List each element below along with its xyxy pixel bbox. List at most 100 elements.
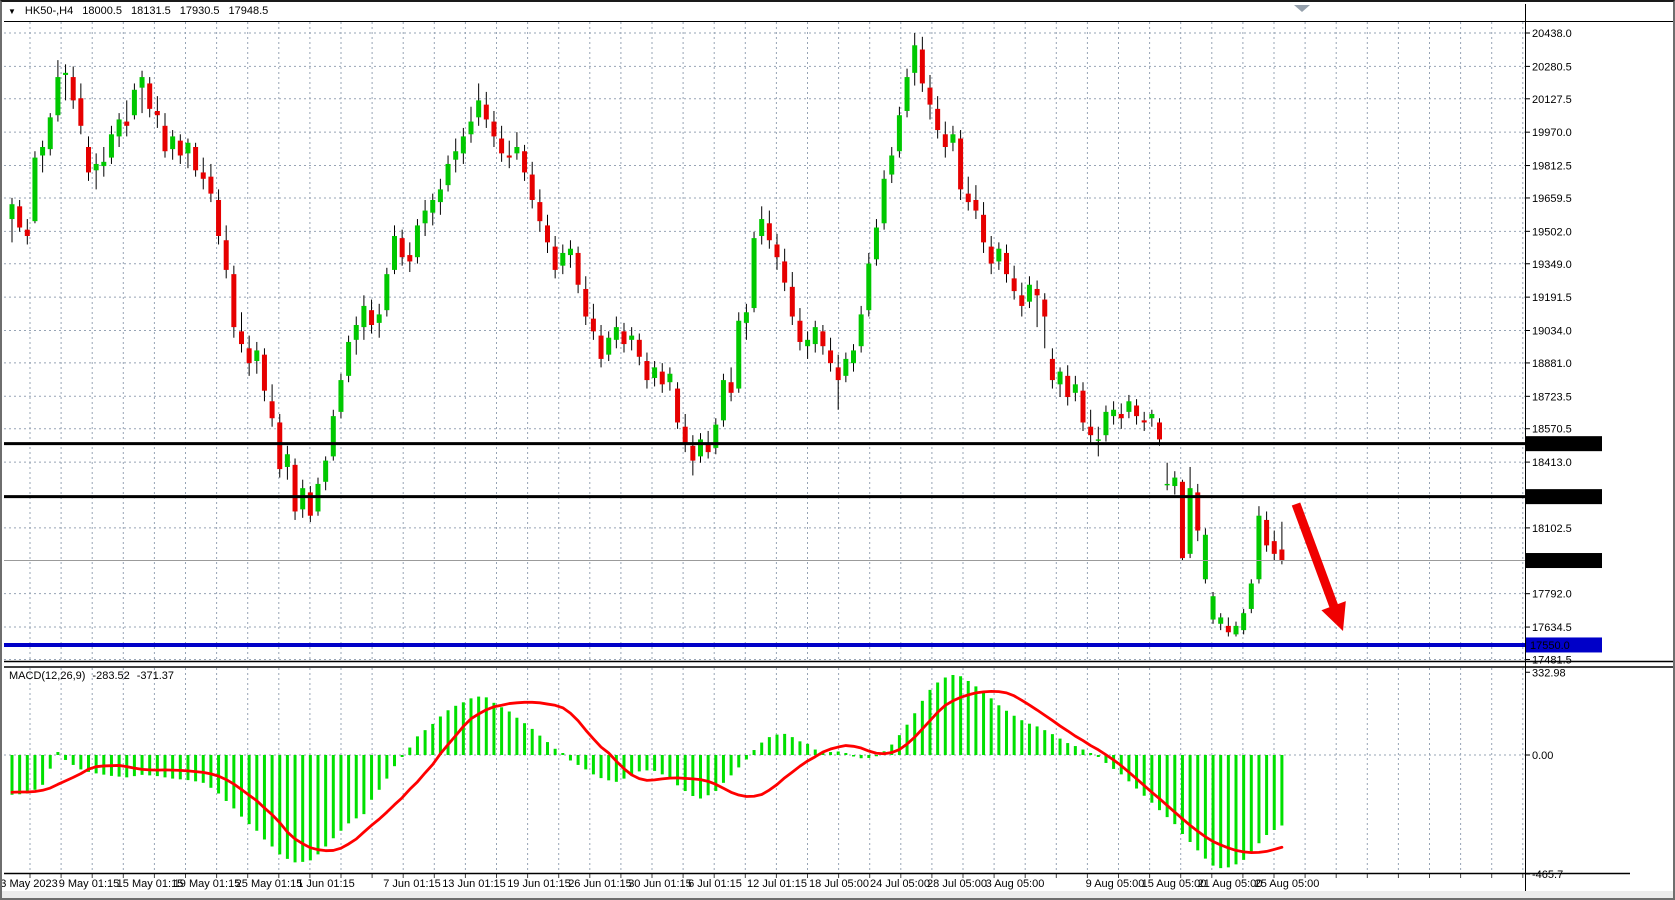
time-axis-label: 25 May 01:15 (236, 878, 303, 890)
time-axis-label: 28 Jul 05:00 (927, 878, 987, 890)
candle-down (782, 261, 787, 282)
candle-down (1088, 427, 1093, 435)
candle-up (905, 77, 910, 111)
candle-up (606, 338, 611, 355)
time-axis-label: 19 Jun 01:15 (507, 878, 571, 890)
price-axis-label: 18413.0 (1532, 457, 1572, 469)
candle-down (124, 122, 129, 126)
candle-down (369, 310, 374, 325)
candle-up (882, 179, 887, 223)
candle-up (1073, 384, 1078, 392)
candle-up (117, 119, 122, 136)
candle-up (889, 155, 894, 174)
price-axis-label: 19812.5 (1532, 161, 1572, 173)
candle-up (323, 461, 328, 482)
candle-down (293, 465, 298, 512)
candle-down (958, 139, 963, 190)
candle-down (1134, 406, 1139, 417)
candle-up (55, 77, 60, 115)
price-tag-label: 17550.0 (1530, 640, 1570, 652)
candle-down (1142, 420, 1147, 422)
candle-up (1249, 584, 1254, 609)
candle-down (1081, 391, 1086, 423)
candle-down (545, 225, 550, 242)
candle-down (178, 141, 183, 156)
price-axis-label: 18102.5 (1532, 523, 1572, 535)
candle-up (1172, 478, 1177, 486)
candle-up (813, 327, 818, 344)
price-axis-label: 17634.5 (1532, 622, 1572, 634)
price-axis-label: 20127.5 (1532, 94, 1572, 106)
candle-down (270, 401, 275, 418)
candle-up (1149, 414, 1154, 418)
candle-down (522, 151, 527, 172)
candle-down (729, 382, 734, 393)
candle-up (1241, 613, 1246, 630)
ohlc-high: 18131.5 (131, 5, 171, 17)
time-axis-label: 13 Jun 01:15 (442, 878, 506, 890)
time-axis-label: 1 Jun 01:15 (297, 878, 355, 890)
candle-up (851, 350, 856, 363)
candle-up (1027, 285, 1032, 302)
macd-indicator-label: MACD(12,26,9) -283.52 -371.37 (9, 670, 174, 682)
price-axis-label: 19034.0 (1532, 326, 1572, 338)
time-axis-label: 12 Jul 01:15 (747, 878, 807, 890)
candle-down (530, 175, 535, 200)
candle-down (660, 372, 665, 385)
candle-down (576, 253, 581, 285)
candle-up (805, 340, 810, 346)
candle-down (775, 244, 780, 257)
candle-down (928, 88, 933, 105)
candle-down (1180, 482, 1185, 558)
macd-axis-label: 0.00 (1532, 750, 1553, 762)
time-axis-label: 6 Jul 01:15 (688, 878, 742, 890)
macd-signal-value: -371.37 (137, 670, 174, 682)
time-axis-label: 30 Jun 01:15 (628, 878, 692, 890)
candle-up (1218, 617, 1223, 623)
price-axis-label: 19191.5 (1532, 292, 1572, 304)
candle-down (797, 321, 802, 342)
chart-canvas[interactable]: 20438.020280.520127.519970.019812.519659… (2, 2, 1675, 900)
price-axis-label: 19659.5 (1532, 193, 1572, 205)
candle-down (247, 348, 252, 363)
candle-up (744, 312, 749, 323)
candle-down (25, 230, 30, 236)
candle-up (996, 249, 1001, 262)
symbol-dropdown-icon[interactable]: ▼ (8, 7, 16, 16)
ohlc-close: 17948.5 (229, 5, 269, 17)
candle-up (415, 225, 420, 257)
candle-down (231, 274, 236, 327)
candle-down (1279, 550, 1284, 561)
candle-down (583, 289, 588, 317)
candle-up (1203, 535, 1208, 579)
candle-down (1272, 541, 1277, 554)
candle-up (1234, 626, 1239, 634)
candle-down (973, 200, 978, 211)
candle-up (1211, 596, 1216, 619)
candle-up (384, 274, 389, 310)
price-axis-label: 19349.0 (1532, 259, 1572, 271)
candle-up (469, 122, 474, 135)
candle-down (675, 389, 680, 423)
candle-down (262, 355, 267, 391)
candle-down (277, 422, 282, 469)
candle-down (224, 240, 229, 270)
chart-background (2, 2, 1675, 900)
candle-up (912, 45, 917, 73)
candle-down (507, 155, 512, 157)
candle-down (1012, 278, 1017, 291)
candle-up (32, 158, 37, 222)
candle-down (591, 319, 596, 332)
symbol-period-label: HK50-,H4 (25, 5, 73, 17)
candle-down (71, 77, 76, 100)
candle-up (560, 253, 565, 266)
price-axis-label: 20438.0 (1532, 28, 1572, 40)
candle-down (193, 147, 198, 170)
candle-up (752, 238, 757, 308)
candle-up (10, 204, 15, 219)
price-axis-label: 20280.5 (1532, 61, 1572, 73)
candle-up (446, 164, 451, 185)
candle-down (790, 287, 795, 317)
candle-up (140, 77, 145, 88)
time-axis-label: 18 Jul 05:00 (809, 878, 869, 890)
